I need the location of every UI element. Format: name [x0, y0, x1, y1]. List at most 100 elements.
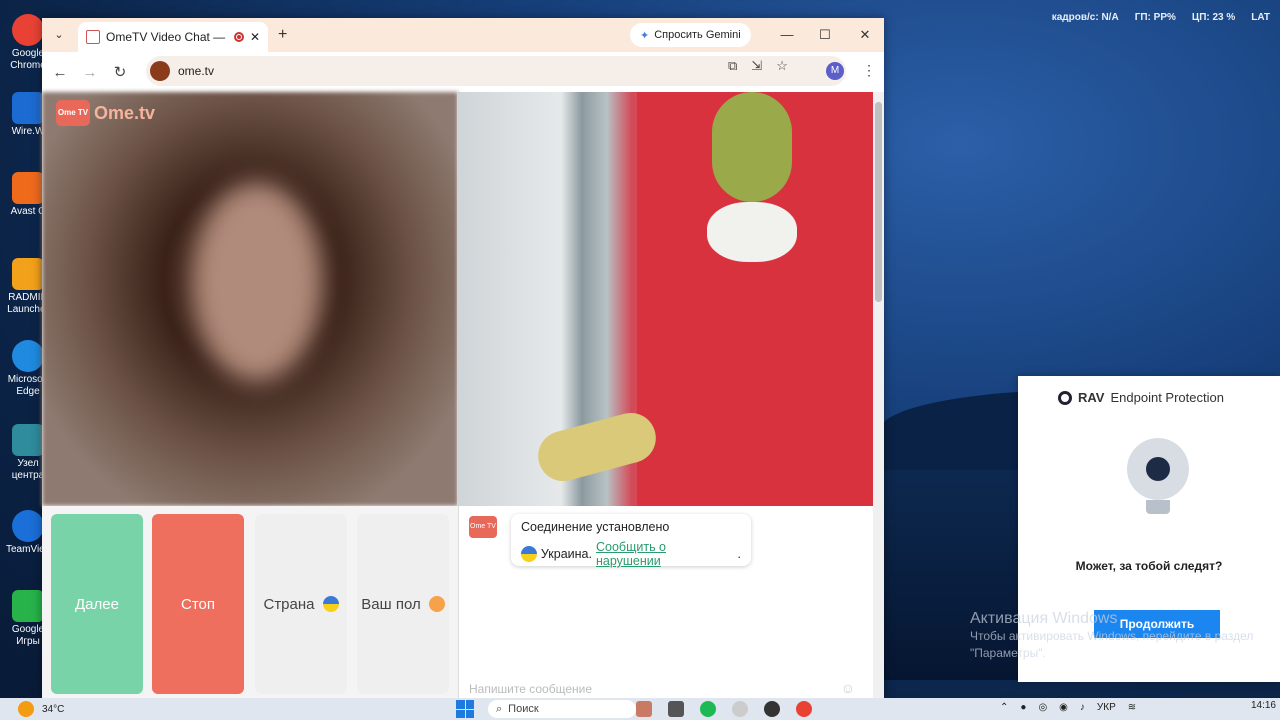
webcam-icon	[1127, 438, 1189, 500]
google-games-icon	[12, 590, 44, 622]
weather-widget[interactable]: 34°C	[18, 701, 64, 717]
chat-panel: Ome TV Соединение установлено Украина. С…	[458, 506, 865, 698]
tab-ometv[interactable]: OmeTV Video Chat — Ome ✕	[78, 22, 268, 52]
maximize-button[interactable]: ☐	[806, 18, 844, 52]
control-center-icon	[12, 424, 44, 456]
reload-button[interactable]: ↻	[108, 63, 132, 81]
ask-gemini-button[interactable]: ✦ Спросить Gemini	[630, 23, 751, 47]
spotify-icon[interactable]	[700, 701, 716, 717]
desktop-icon-label: Avast C	[10, 206, 46, 217]
windows-activation-watermark: Активация Windows Чтобы активировать Win…	[970, 610, 1260, 662]
gpu-readout: ГП: PP%	[1134, 12, 1176, 23]
cpu-readout: ЦП: 23 %	[1191, 12, 1236, 23]
back-button[interactable]: ←	[48, 64, 72, 81]
browser-window: ⌄ OmeTV Video Chat — Ome ✕ + ✦ Спросить …	[42, 18, 884, 698]
activation-title: Активация Windows	[970, 610, 1118, 627]
tray-app-icon[interactable]: ◎	[1038, 702, 1047, 713]
taskbar: 34°C ⌕ Поиск ⌃ ● ◎ ◉ ♪ УКР ≋ 14:16	[0, 698, 1280, 720]
webcam-stand	[1146, 500, 1170, 514]
fps-readout: кадров/с: N/A	[1051, 12, 1119, 23]
install-app-icon[interactable]: ⇲	[751, 58, 762, 74]
ukraine-flag-icon	[322, 596, 339, 612]
edge-icon	[12, 340, 44, 372]
rav-question: Может, за тобой следят?	[1075, 559, 1223, 573]
own-camera-video	[457, 92, 873, 506]
performance-overlay: кадров/с: N/A ГП: PP% ЦП: 23 % LAT	[1052, 12, 1270, 23]
ometv-logo-text: Ome.tv	[94, 102, 156, 123]
blurred-face	[192, 182, 322, 382]
system-tray: ⌃ ● ◎ ◉ ♪ УКР ≋	[1000, 702, 1136, 713]
ometv-logo[interactable]: Ome TV Ome.tv	[56, 100, 155, 126]
rav-header: RAV Endpoint Protection	[1058, 390, 1224, 405]
tray-app-icon[interactable]: ●	[1020, 702, 1026, 713]
profile-avatar[interactable]: M	[826, 62, 844, 80]
stop-button[interactable]: Стоп	[152, 514, 244, 694]
rav-logo-icon	[1058, 390, 1072, 405]
lat-readout: LAT	[1251, 12, 1270, 23]
gender-label: Ваш пол	[361, 595, 421, 613]
wifi-icon[interactable]: ≋	[1128, 702, 1136, 713]
forward-button[interactable]: →	[78, 64, 102, 81]
sun-icon	[18, 701, 34, 717]
taskbar-search[interactable]: ⌕ Поиск	[488, 700, 636, 718]
clock[interactable]: 14:16	[1251, 700, 1276, 711]
toolbar: ← → ↻ ome.tv ⧉ ⇲ ☆ M ⋮	[42, 52, 884, 92]
rav-product: Endpoint Protection	[1110, 390, 1224, 405]
bookmark-star-icon[interactable]: ☆	[776, 58, 788, 74]
language-indicator[interactable]: УКР	[1097, 702, 1116, 713]
translate-icon[interactable]: ⧉	[728, 58, 737, 74]
report-violation-link[interactable]: Сообщить о нарушении	[596, 540, 734, 568]
ometv-logo-icon: Ome TV	[56, 100, 90, 126]
ukraine-flag-icon	[521, 546, 537, 562]
message-input[interactable]: Напишите сообщение	[469, 682, 592, 696]
desktop-icon-label: Google Chrome	[10, 48, 46, 71]
site-info-icon[interactable]	[150, 61, 170, 81]
activation-text: Чтобы активировать Windows, перейдите в …	[970, 629, 1254, 660]
desktop-icon-label: Узел центра	[11, 458, 45, 481]
avast-icon	[12, 172, 44, 204]
taskbar-app-icon[interactable]	[668, 701, 684, 717]
taskbar-app-icon[interactable]	[732, 701, 748, 717]
partner-country: Украина.	[540, 547, 592, 561]
browser-menu-icon[interactable]: ⋮	[862, 62, 876, 79]
tab-search-icon[interactable]: ⌄	[50, 26, 68, 44]
wire-icon	[12, 92, 44, 124]
grinch-print	[712, 92, 792, 202]
tab-title: OmeTV Video Chat — Ome	[106, 30, 228, 44]
search-icon: ⌕	[496, 702, 503, 715]
system-message: Соединение установлено Украина. Сообщить…	[511, 514, 751, 568]
recording-indicator-icon	[233, 32, 244, 42]
microphone-icon[interactable]: ♪	[1080, 702, 1085, 713]
start-button[interactable]	[456, 700, 474, 718]
minimize-button[interactable]: —	[768, 18, 806, 52]
stranger-video	[42, 92, 458, 506]
tab-strip: ⌄ OmeTV Video Chat — Ome ✕ + ✦ Спросить …	[42, 18, 884, 52]
scrollbar-thumb[interactable]	[875, 102, 882, 302]
gender-select[interactable]: Ваш пол	[357, 514, 449, 694]
chevron-up-icon[interactable]: ⌃	[1000, 702, 1008, 713]
taskbar-app-icon[interactable]	[764, 701, 780, 717]
country-line: Украина. Сообщить о нарушении.	[521, 540, 741, 568]
new-tab-button[interactable]: +	[278, 26, 287, 44]
emoji-icon[interactable]: ☺	[841, 680, 855, 696]
ometv-favicon-icon	[86, 30, 100, 44]
chrome-taskbar-icon[interactable]	[796, 701, 812, 717]
stop-label: Стоп	[181, 595, 215, 613]
page-scrollbar[interactable]	[873, 92, 884, 698]
radmir-icon	[12, 258, 44, 290]
next-label: Далее	[75, 595, 119, 613]
url-text: ome.tv	[178, 64, 215, 78]
next-button[interactable]: Далее	[51, 514, 143, 694]
gemini-icon: ✦	[640, 29, 650, 42]
temperature: 34°C	[42, 703, 65, 715]
pinned-apps	[636, 701, 812, 717]
taskbar-app-icon[interactable]	[636, 701, 652, 717]
report-suffix: .	[737, 547, 741, 561]
tray-app-icon[interactable]: ◉	[1059, 702, 1068, 713]
close-window-button[interactable]: ✕	[846, 18, 884, 52]
search-placeholder: Поиск	[508, 703, 539, 715]
daisy-print	[707, 202, 797, 262]
country-select[interactable]: Страна	[255, 514, 347, 694]
close-tab-icon[interactable]: ✕	[250, 30, 260, 44]
ometv-chat-avatar: Ome TV	[469, 516, 497, 538]
